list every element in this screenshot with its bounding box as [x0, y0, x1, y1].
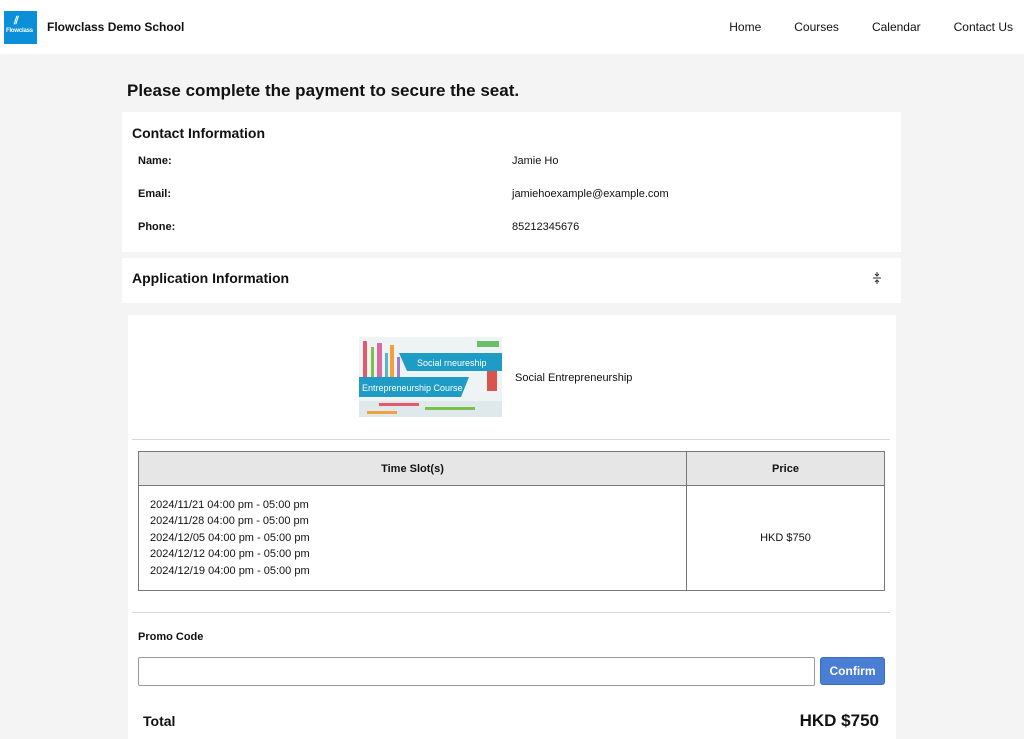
- time-slot-item: 2024/11/21 04:00 pm - 05:00 pm: [150, 498, 309, 511]
- price-cell: HKD $750: [686, 485, 885, 591]
- promo-code-input[interactable]: [138, 657, 815, 686]
- expand-collapse-icon[interactable]: [871, 270, 883, 286]
- phone-label: Phone:: [138, 221, 176, 233]
- price-header: Price: [686, 451, 885, 486]
- course-name: Social Entrepreneurship: [515, 372, 633, 384]
- time-slot-item: 2024/12/05 04:00 pm - 05:00 pm: [150, 531, 310, 544]
- nav-home[interactable]: Home: [729, 20, 761, 34]
- time-slot-item: 2024/11/28 04:00 pm - 05:00 pm: [150, 515, 309, 528]
- nav-calendar[interactable]: Calendar: [872, 20, 921, 34]
- page-title: Please complete the payment to secure th…: [127, 81, 520, 100]
- email-label: Email:: [138, 188, 172, 200]
- name-value: Jamie Ho: [512, 155, 559, 167]
- course-thumbnail[interactable]: Social rneureship Entrepreneurship Cours…: [359, 337, 502, 417]
- email-value: jamiehoexample@example.com: [512, 188, 669, 200]
- logo-text: Flowclass: [6, 28, 33, 34]
- total-label: Total: [143, 713, 176, 729]
- top-navbar: ⫽ Flowclass Flowclass Demo School Home C…: [0, 0, 1024, 54]
- thumbnail-subtitle-text: Entrepreneurship Course: [362, 383, 463, 393]
- nav-courses[interactable]: Courses: [794, 20, 839, 34]
- thumbnail-title-text: Social rneureship: [417, 358, 487, 368]
- section-divider: [132, 439, 890, 440]
- time-slot-item: 2024/12/12 04:00 pm - 05:00 pm: [150, 548, 310, 561]
- confirm-promo-button[interactable]: Confirm: [820, 657, 885, 685]
- application-section-title: Application Information: [132, 270, 290, 286]
- time-slot-table: Time Slot(s) Price 2024/11/21 04:00 pm -…: [138, 451, 885, 591]
- school-name[interactable]: Flowclass Demo School: [47, 20, 184, 34]
- name-label: Name:: [138, 155, 172, 167]
- table-row: 2024/11/21 04:00 pm - 05:00 pm 2024/11/2…: [138, 485, 885, 591]
- nav-menu: Home Courses Calendar Contact Us: [729, 20, 1013, 34]
- order-details-card: Social rneureship Entrepreneurship Cours…: [128, 315, 896, 739]
- time-slots-cell: 2024/11/21 04:00 pm - 05:00 pm 2024/11/2…: [138, 485, 687, 591]
- contact-section-title: Contact Information: [132, 125, 265, 141]
- phone-value: 85212345676: [512, 221, 580, 233]
- application-information-header[interactable]: Application Information: [122, 258, 901, 303]
- flowclass-logo-icon: ⫽: [14, 15, 19, 27]
- time-slot-item: 2024/12/19 04:00 pm - 05:00 pm: [150, 564, 310, 577]
- nav-contact-us[interactable]: Contact Us: [954, 20, 1013, 34]
- school-logo[interactable]: ⫽ Flowclass: [4, 11, 37, 44]
- contact-information-card: Contact Information Name: Jamie Ho Email…: [122, 112, 901, 252]
- time-slots-header: Time Slot(s): [138, 451, 687, 486]
- section-divider: [132, 612, 890, 613]
- promo-code-label: Promo Code: [138, 631, 204, 643]
- total-amount: HKD $750: [799, 711, 879, 730]
